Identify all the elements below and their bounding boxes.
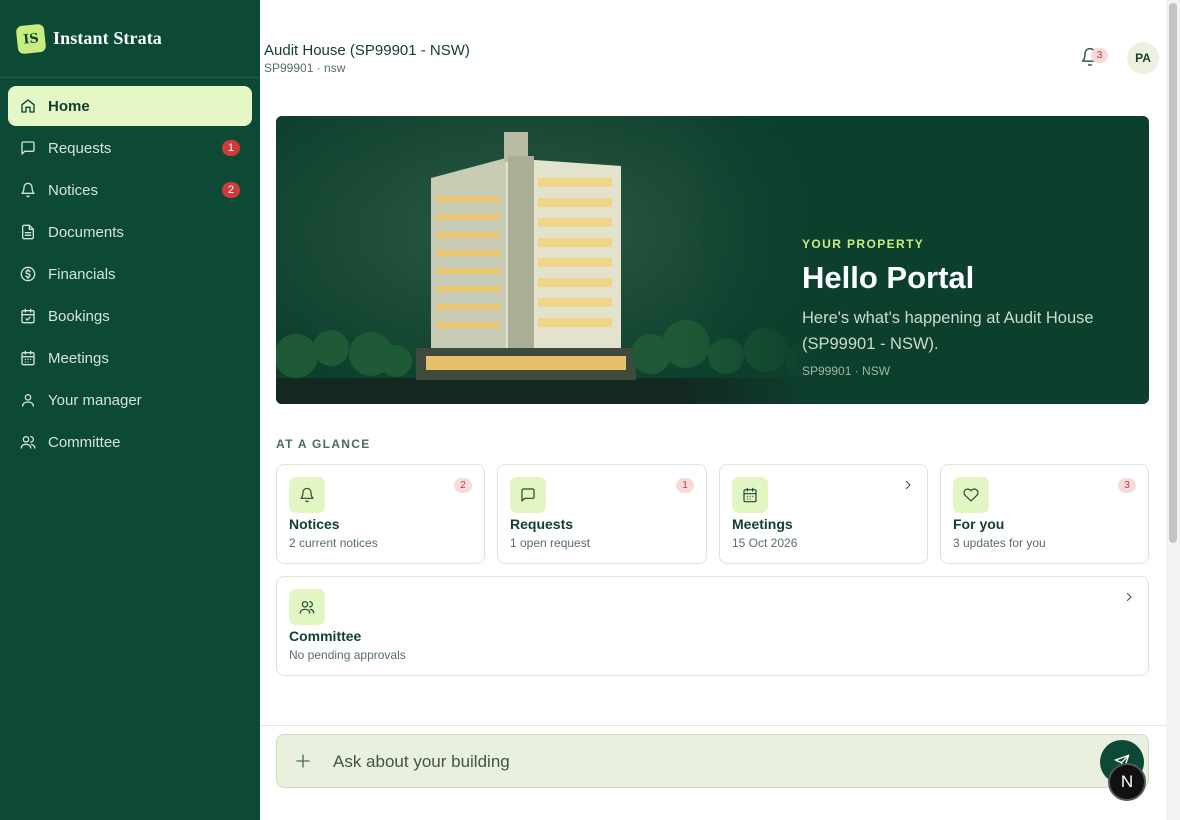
sidebar-item-label: Your manager: [48, 391, 142, 409]
sidebar-item-notices[interactable]: Notices 2: [8, 170, 252, 210]
message-square-icon: [510, 477, 546, 513]
card-badge: 3: [1118, 478, 1136, 493]
calendar-check-icon: [20, 308, 36, 324]
section-heading-at-a-glance: AT A GLANCE: [276, 437, 371, 451]
card-title: Notices: [289, 516, 340, 532]
card-title: For you: [953, 516, 1005, 532]
sidebar-item-your-manager[interactable]: Your manager: [8, 380, 252, 420]
plus-icon[interactable]: [294, 752, 312, 770]
sidebar-item-financials[interactable]: Financials: [8, 254, 252, 294]
message-square-icon: [20, 140, 36, 156]
brand-logo: IS: [15, 23, 47, 54]
sidebar: IS Instant Strata Home Requests 1 Notice…: [0, 0, 260, 820]
calendar-icon: [732, 477, 768, 513]
card-title: Committee: [289, 628, 362, 644]
scrollbar-thumb[interactable]: [1169, 3, 1177, 543]
chat-composer: [276, 734, 1149, 788]
sidebar-item-meetings[interactable]: Meetings: [8, 338, 252, 378]
dollar-circle-icon: [20, 266, 36, 282]
card-title: Meetings: [732, 516, 793, 532]
building-illustration: [276, 116, 816, 404]
sidebar-item-label: Documents: [48, 223, 124, 241]
property-subtitle: SP99901 · nsw: [264, 61, 346, 75]
glance-card-notices[interactable]: 2 Notices 2 current notices: [276, 464, 485, 564]
sidebar-item-committee[interactable]: Committee: [8, 422, 252, 462]
sidebar-nav: Home Requests 1 Notices 2 Documents Fina…: [0, 78, 260, 462]
sidebar-item-label: Notices: [48, 181, 99, 199]
page-header: Audit House (SP99901 - NSW) SP99901 · ns…: [260, 0, 1166, 116]
hero-eyebrow: YOUR PROPERTY: [802, 237, 925, 251]
card-title: Requests: [510, 516, 574, 532]
glance-card-meetings[interactable]: Meetings 15 Oct 2026: [719, 464, 928, 564]
card-subtitle: No pending approvals: [289, 648, 406, 662]
users-icon: [20, 434, 36, 450]
file-icon: [20, 224, 36, 240]
user-icon: [20, 392, 36, 408]
home-icon: [20, 98, 36, 114]
avatar[interactable]: PA: [1127, 42, 1159, 74]
glance-card-for-you[interactable]: 3 For you 3 updates for you: [940, 464, 1149, 564]
sidebar-item-label: Committee: [48, 433, 121, 451]
sidebar-item-label: Requests: [48, 139, 112, 157]
property-title: Audit House (SP99901 - NSW): [264, 42, 470, 59]
chat-input[interactable]: [333, 750, 1033, 774]
card-subtitle: 3 updates for you: [953, 536, 1046, 550]
scrollbar[interactable]: [1166, 0, 1180, 820]
card-badge: 1: [676, 478, 694, 493]
hero-meta: SP99901 · NSW: [802, 364, 891, 378]
chevron-right-icon: [1126, 592, 1132, 602]
users-icon: [289, 589, 325, 625]
sidebar-item-home[interactable]: Home: [8, 86, 252, 126]
chat-divider: [260, 725, 1166, 726]
brand[interactable]: IS Instant Strata: [0, 0, 260, 78]
bell-icon: [20, 182, 36, 198]
brand-name: Instant Strata: [53, 28, 162, 48]
hero-title: Hello Portal: [802, 260, 975, 295]
hero-description: Here's what's happening at Audit House (…: [802, 309, 1094, 353]
sidebar-item-label: Bookings: [48, 307, 110, 325]
glance-card-committee[interactable]: Committee No pending approvals: [276, 576, 1149, 676]
card-subtitle: 1 open request: [510, 536, 591, 550]
n-badge[interactable]: N: [1108, 763, 1146, 801]
sidebar-item-label: Home: [48, 97, 90, 115]
sidebar-item-bookings[interactable]: Bookings: [8, 296, 252, 336]
heart-icon: [953, 477, 989, 513]
chevron-right-icon: [905, 480, 911, 490]
sidebar-item-label: Financials: [48, 265, 116, 283]
glance-card-requests[interactable]: 1 Requests 1 open request: [497, 464, 707, 564]
calendar-icon: [20, 350, 36, 366]
sidebar-badge: 1: [222, 140, 240, 156]
card-subtitle: 15 Oct 2026: [732, 536, 798, 550]
card-badge: 2: [454, 478, 472, 493]
sidebar-item-requests[interactable]: Requests 1: [8, 128, 252, 168]
bell-icon: [289, 477, 325, 513]
sidebar-item-label: Meetings: [48, 349, 109, 367]
card-subtitle: 2 current notices: [289, 536, 378, 550]
sidebar-badge: 2: [222, 182, 240, 198]
sidebar-item-documents[interactable]: Documents: [8, 212, 252, 252]
hero-banner: YOUR PROPERTY Hello Portal Here's what's…: [276, 116, 1149, 404]
notification-badge: 3: [1091, 48, 1108, 63]
